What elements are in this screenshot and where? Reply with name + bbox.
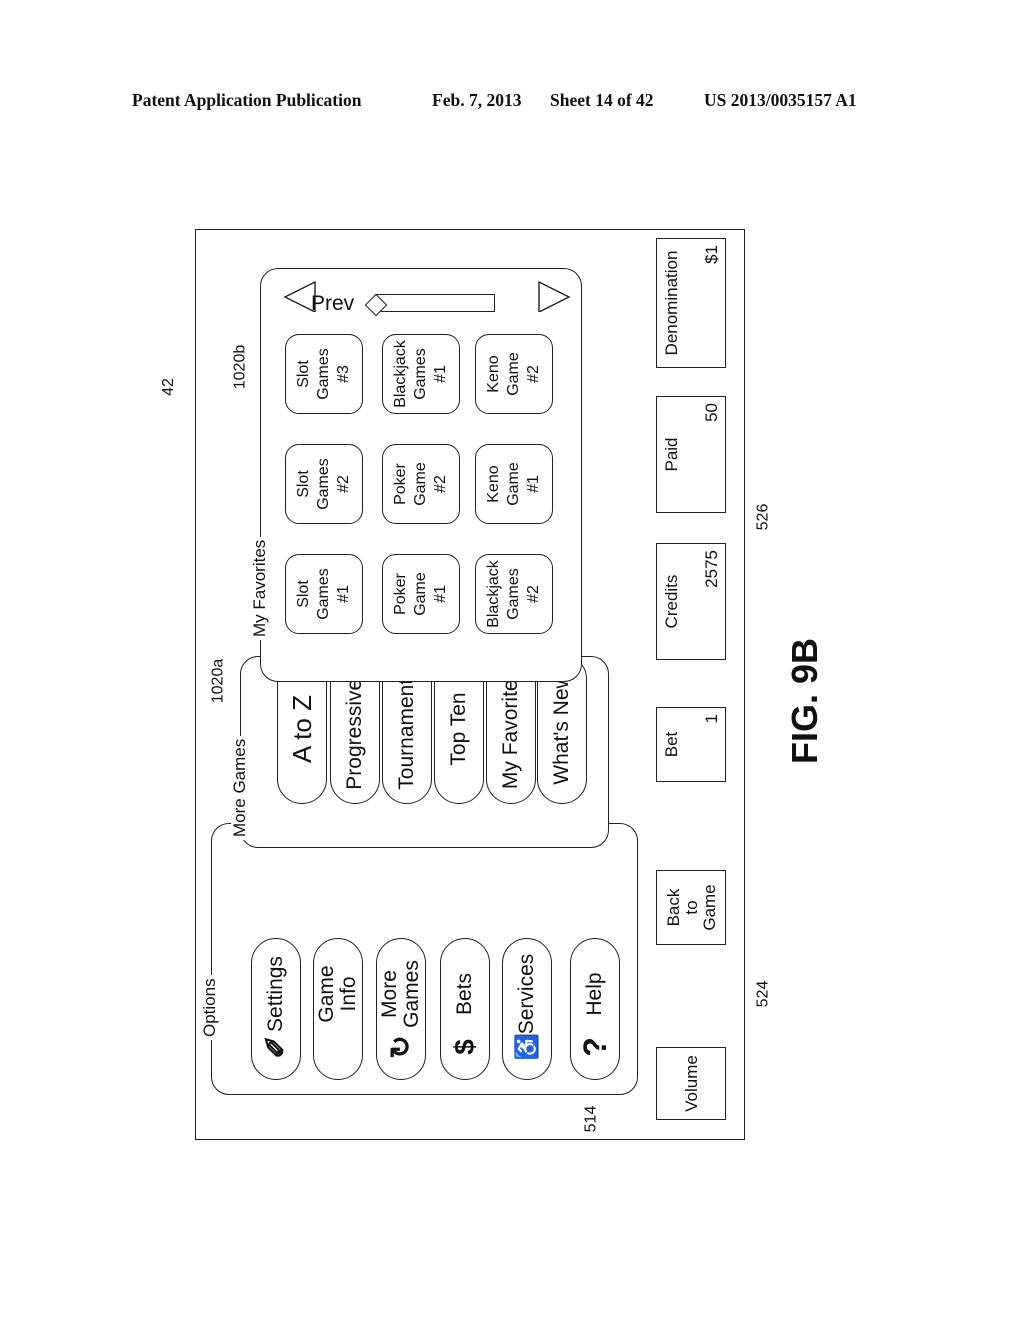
volume-label: Volume [682,1055,701,1112]
service-bell-icon: ♿ [514,1033,539,1061]
favorite-tile[interactable]: Poker Game #2 [382,444,460,524]
option-label: Game Info [315,965,360,1023]
paid-label: Paid [662,437,681,472]
favorite-tile[interactable]: Keno Game #2 [475,334,553,414]
patent-number: US 2013/0035157 A1 [704,90,857,110]
option-game-info-button[interactable]: Game Info [313,938,363,1080]
ref-526: 526 [754,503,772,531]
figure-label-container: FIG. 9B [770,620,840,780]
wrench-icon: ✐ [260,1035,291,1059]
credits-label: Credits [662,574,681,629]
figure-label: FIG. 9B [784,637,825,765]
publication-title: Patent Application Publication [132,90,362,110]
denomination-value: $1 [702,245,721,264]
credits-value: 2575 [702,550,721,588]
options-panel-title: Options [200,975,219,1040]
paid-meter: Paid 50 [656,396,726,513]
favorite-tile[interactable]: Slot Games #3 [285,334,363,414]
favorite-tile[interactable]: Blackjack Games #1 [382,334,460,414]
question-icon: ? [577,1037,613,1057]
favorite-tile[interactable]: Slot Games #2 [285,444,363,524]
publication-date: Feb. 7, 2013 [432,90,522,110]
back-to-game-button[interactable]: Back to Game [656,870,726,945]
sheet-number: Sheet 14 of 42 [550,90,654,110]
triangle-down-icon [538,280,571,312]
bet-label: Bet [662,731,681,758]
game-screen: Options ✐ Settings Game Info ↻ More Game… [195,229,745,1140]
favorite-tile[interactable]: Slot Games #1 [285,554,363,634]
prev-label: Prev [311,292,355,315]
option-settings-button[interactable]: ✐ Settings [251,938,301,1080]
more-games-panel-title: More Games [230,735,249,840]
ref-42: 42 [159,378,177,396]
favorites-scrollbar[interactable] [364,293,495,317]
bet-value: 1 [702,714,721,724]
favorite-tile[interactable]: Poker Game #1 [382,554,460,634]
option-bets-button[interactable]: $ Bets [440,938,490,1080]
favorites-panel-title: My Favorites [250,536,269,640]
denomination-label: Denomination [662,250,681,356]
refresh-icon: ↻ [385,1035,416,1059]
dollar-icon: $ [449,1039,480,1055]
option-more-games-button[interactable]: ↻ More Games [376,938,426,1080]
paid-value: 50 [702,403,721,422]
denomination-meter: Denomination $1 [656,238,726,368]
back-to-game-label: Back to Game [664,884,719,931]
ref-524: 524 [754,980,772,1008]
credits-meter: Credits 2575 [656,543,726,660]
favorite-tile[interactable]: Keno Game #1 [475,444,553,524]
more-button[interactable] [495,280,575,320]
option-services-button[interactable]: ♿ Services [502,938,552,1080]
favorite-tile[interactable]: Blackjack Games #2 [475,554,553,634]
prev-button[interactable]: Prev [283,280,355,320]
option-help-button[interactable]: ? Help [570,938,620,1080]
volume-button[interactable]: Volume [656,1047,726,1120]
bet-meter: Bet 1 [656,707,726,782]
